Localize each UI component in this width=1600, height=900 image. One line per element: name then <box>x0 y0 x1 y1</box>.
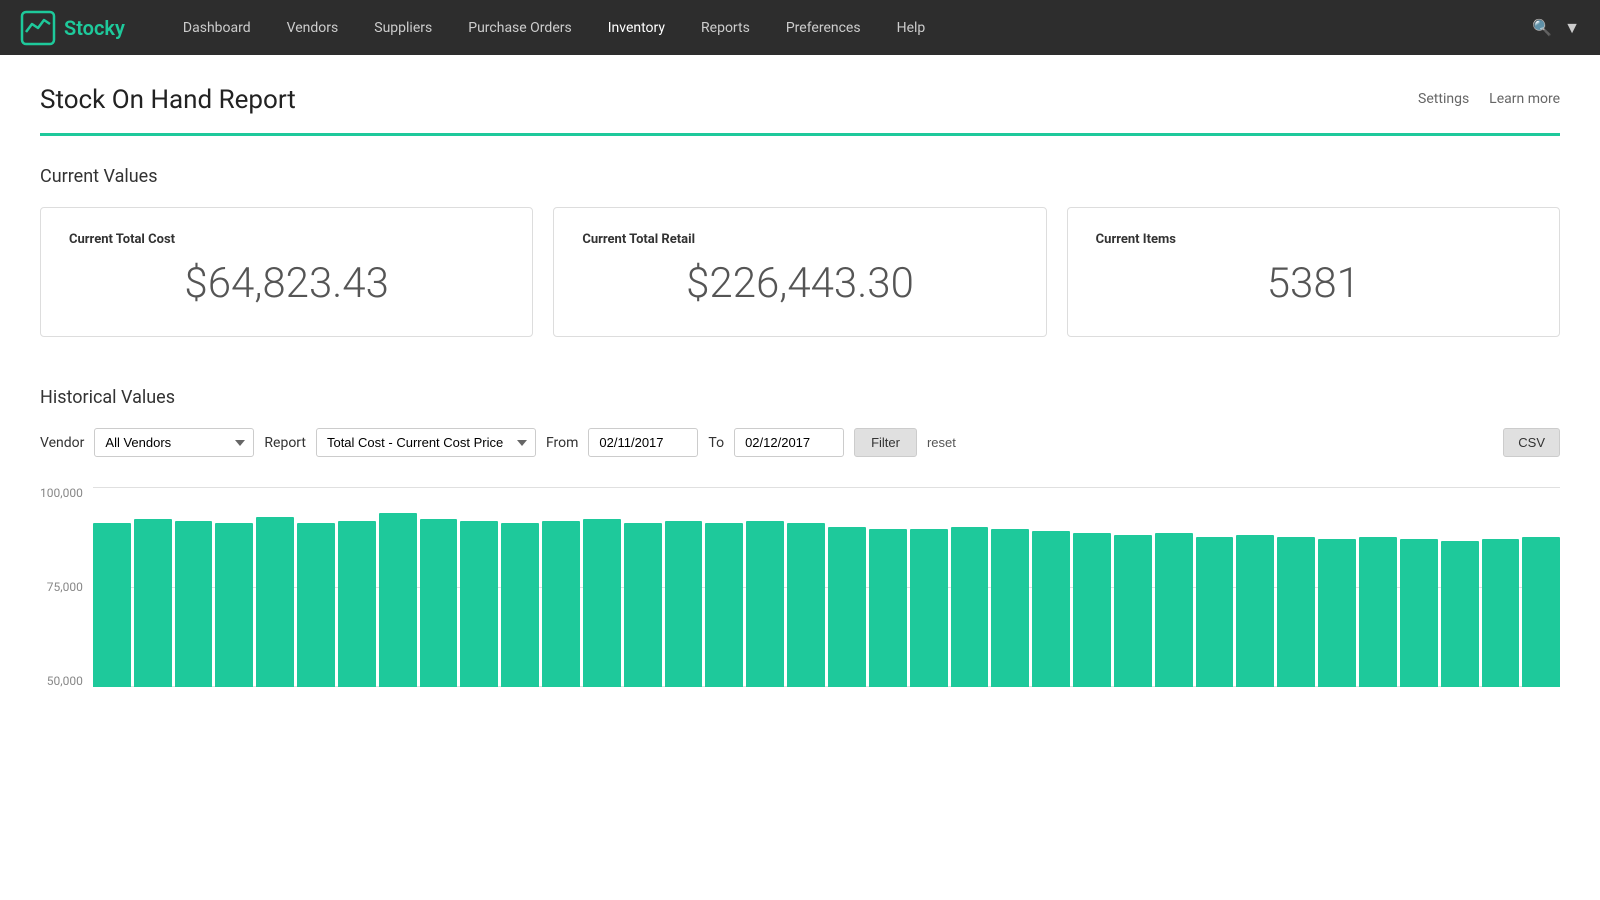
vendor-select[interactable]: All Vendors <box>94 428 254 457</box>
chart-y-label-50k: 50,000 <box>40 675 83 687</box>
nav-preferences[interactable]: Preferences <box>768 0 879 55</box>
stat-card-current-items-label: Current Items <box>1096 232 1531 247</box>
chart-bar <box>501 523 539 687</box>
chart-bar <box>215 523 253 687</box>
chart-bar <box>175 521 213 687</box>
chart-bar <box>1522 537 1560 687</box>
nav-suppliers[interactable]: Suppliers <box>356 0 450 55</box>
chart-y-labels: 100,000 75,000 50,000 <box>40 487 83 687</box>
stat-cards: Current Total Cost $64,823.43 Current To… <box>40 207 1560 337</box>
stat-card-total-retail-label: Current Total Retail <box>582 232 1017 247</box>
stat-card-total-retail: Current Total Retail $226,443.30 <box>553 207 1046 337</box>
chart-bar <box>1359 537 1397 687</box>
chart-y-label-100k: 100,000 <box>40 487 83 499</box>
chart-container: 100,000 75,000 50,000 <box>40 487 1560 687</box>
nav-inventory[interactable]: Inventory <box>590 0 683 55</box>
settings-link[interactable]: Settings <box>1418 91 1469 107</box>
chart-bar <box>787 523 825 687</box>
logo-text: Stocky <box>64 16 125 40</box>
filter-row: Vendor All Vendors Report Total Cost - C… <box>40 428 1560 457</box>
nav-reports[interactable]: Reports <box>683 0 768 55</box>
chart-bar <box>665 521 703 687</box>
report-label: Report <box>264 435 306 451</box>
stat-card-total-cost: Current Total Cost $64,823.43 <box>40 207 533 337</box>
navbar: Stocky Dashboard Vendors Suppliers Purch… <box>0 0 1600 55</box>
stat-card-total-cost-label: Current Total Cost <box>69 232 504 247</box>
chart-bar <box>338 521 376 687</box>
chart-bar <box>1196 537 1234 687</box>
stat-card-current-items: Current Items 5381 <box>1067 207 1560 337</box>
chart-bar <box>256 517 294 687</box>
nav-help[interactable]: Help <box>879 0 944 55</box>
chart-bar <box>1073 533 1111 687</box>
current-values-title: Current Values <box>40 166 1560 187</box>
chart-bar <box>746 521 784 687</box>
chart-bar <box>1441 541 1479 687</box>
caret-down-icon[interactable]: ▼ <box>1564 18 1580 38</box>
to-label: To <box>708 435 724 451</box>
nav-vendors[interactable]: Vendors <box>269 0 357 55</box>
historical-values-title: Historical Values <box>40 387 1560 408</box>
chart-bar <box>1155 533 1193 687</box>
chart-bar <box>542 521 580 687</box>
chart-bar <box>705 523 743 687</box>
vendor-label: Vendor <box>40 435 84 451</box>
csv-button[interactable]: CSV <box>1503 428 1560 457</box>
nav-dashboard[interactable]: Dashboard <box>165 0 269 55</box>
main-content: Stock On Hand Report Settings Learn more… <box>0 55 1600 687</box>
page-header-actions: Settings Learn more <box>1418 91 1560 107</box>
chart-bars-wrapper <box>93 487 1560 687</box>
report-select[interactable]: Total Cost - Current Cost Price <box>316 428 536 457</box>
chart-bars <box>93 487 1560 687</box>
logo-icon <box>20 10 56 46</box>
nav-links: Dashboard Vendors Suppliers Purchase Ord… <box>165 0 1532 55</box>
chart-bar <box>93 523 131 687</box>
chart-bar <box>460 521 498 687</box>
chart-bar <box>379 513 417 687</box>
stat-card-total-retail-value: $226,443.30 <box>582 259 1017 308</box>
chart-bar <box>910 529 948 687</box>
chart-bar <box>1482 539 1520 687</box>
stat-card-current-items-value: 5381 <box>1096 259 1531 308</box>
from-date-input[interactable] <box>588 428 698 457</box>
chart-y-label-75k: 75,000 <box>40 581 83 593</box>
page-title: Stock On Hand Report <box>40 85 296 115</box>
learn-more-link[interactable]: Learn more <box>1489 91 1560 107</box>
stat-card-total-cost-value: $64,823.43 <box>69 259 504 308</box>
page-header: Stock On Hand Report Settings Learn more <box>40 85 1560 115</box>
logo[interactable]: Stocky <box>20 10 125 46</box>
to-date-input[interactable] <box>734 428 844 457</box>
chart-bar <box>1114 535 1152 687</box>
chart-bar <box>1400 539 1438 687</box>
nav-purchase-orders[interactable]: Purchase Orders <box>450 0 589 55</box>
reset-button[interactable]: reset <box>927 435 956 450</box>
filter-button[interactable]: Filter <box>854 428 917 457</box>
chart-bar <box>1277 537 1315 687</box>
chart-bar <box>991 529 1029 687</box>
chart-bar <box>828 527 866 687</box>
chart-bar <box>951 527 989 687</box>
chart-bar <box>134 519 172 687</box>
chart-bar <box>1032 531 1070 687</box>
chart-bar <box>869 529 907 687</box>
teal-divider <box>40 133 1560 136</box>
chart-bar <box>420 519 458 687</box>
chart-bar <box>297 523 335 687</box>
chart-bar <box>624 523 662 687</box>
chart-bar <box>1236 535 1274 687</box>
nav-right: 🔍 ▼ <box>1532 18 1580 38</box>
search-icon[interactable]: 🔍 <box>1532 18 1552 37</box>
chart-bar <box>1318 539 1356 687</box>
chart-bar <box>583 519 621 687</box>
from-label: From <box>546 435 578 451</box>
